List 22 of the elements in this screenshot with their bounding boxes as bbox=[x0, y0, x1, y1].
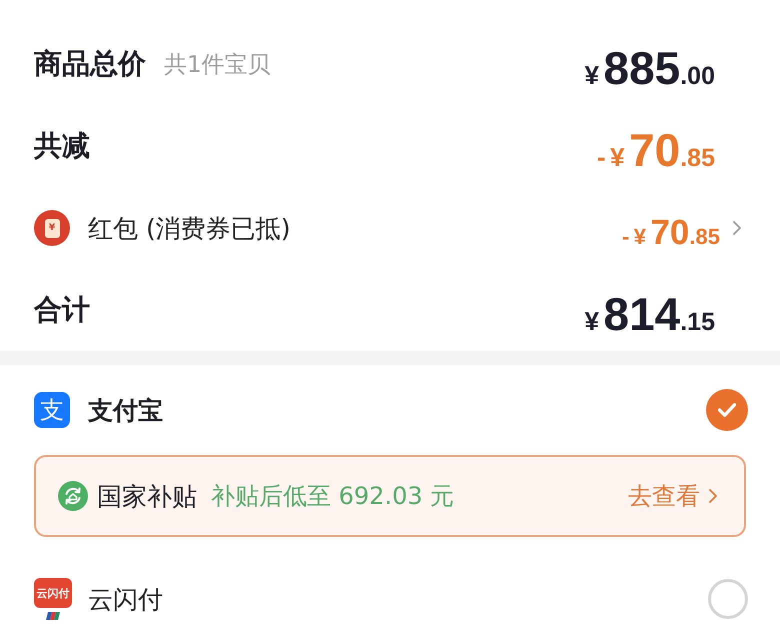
payment-name: 云闪付 bbox=[88, 584, 163, 616]
item-count-note: 共1件宝贝 bbox=[164, 50, 271, 80]
checkmark-icon bbox=[718, 403, 736, 417]
summary-label: 红包 (消费券已抵) bbox=[88, 212, 290, 244]
price-amount: - ¥70.85 bbox=[622, 212, 720, 250]
radio-button[interactable] bbox=[706, 389, 748, 431]
price-amount: ¥885.00 bbox=[584, 41, 715, 91]
subsidy-price-text: 补贴后低至 692.03 元 bbox=[211, 481, 454, 512]
summary-label: 共减 bbox=[34, 128, 90, 164]
radio-button[interactable] bbox=[708, 579, 748, 619]
summary-label: 商品总价 bbox=[34, 46, 146, 82]
chevron-right-icon bbox=[708, 488, 718, 504]
app-logo-icon: 支 bbox=[34, 392, 70, 428]
payment-name: 支付宝 bbox=[88, 394, 163, 426]
subsidy-title: 国家补贴 bbox=[97, 480, 197, 512]
refresh-arrows-icon bbox=[58, 481, 88, 511]
summary-label: 合计 bbox=[34, 292, 90, 328]
view-link[interactable]: 去查看 bbox=[628, 480, 718, 512]
price-amount: ¥814.15 bbox=[584, 287, 715, 337]
chevron-right-icon[interactable] bbox=[732, 220, 742, 236]
price-amount: - ¥70.85 bbox=[597, 123, 715, 173]
money-envelope-icon: ¥ bbox=[34, 210, 70, 246]
